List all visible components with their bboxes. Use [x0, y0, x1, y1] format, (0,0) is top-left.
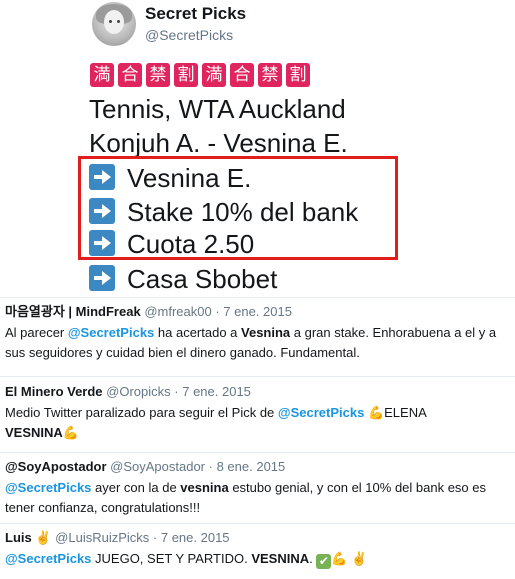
- reply-header: Luis ✌ @LuisRuizPicks · 7 ene. 2015: [5, 529, 513, 547]
- reply-text-part: Al parecer: [5, 325, 68, 340]
- mention-link[interactable]: @SecretPicks: [5, 480, 91, 495]
- reply-header: 마음열광자 | MindFreak @mfreak00 · 7 ene. 201…: [5, 303, 513, 321]
- mention-link[interactable]: @SecretPicks: [278, 405, 364, 420]
- tweet-line-match: Konjuh A. - Vesnina E.: [89, 128, 348, 158]
- kanji-icon: 割: [286, 63, 310, 87]
- reply-date[interactable]: · 7 ene. 2015: [174, 384, 251, 399]
- kanji-banner: 満 合 禁 割 満 合 禁 割: [90, 63, 310, 87]
- bookmaker-text: Casa Sbobet: [127, 264, 278, 294]
- reply-text-part: Medio Twitter paralizado para seguir el …: [5, 405, 278, 420]
- reply-text: Medio Twitter paralizado para seguir el …: [5, 403, 513, 443]
- user-handle[interactable]: @SecretPicks: [145, 27, 233, 43]
- divider: [0, 452, 515, 453]
- reply-header: @SoyApostador @SoyApostador · 8 ene. 201…: [5, 458, 513, 476]
- reply-date[interactable]: · 7 ene. 2015: [215, 304, 292, 319]
- tweet-line-event: Tennis, WTA Auckland: [89, 94, 346, 124]
- reply-text-part: ELENA: [384, 405, 427, 420]
- bold-text: VESNINA: [5, 425, 63, 440]
- reply-item[interactable]: El Minero Verde @Oropicks · 7 ene. 2015 …: [5, 383, 513, 443]
- victory-hand-icon: ✌: [351, 551, 368, 566]
- kanji-icon: 満: [90, 63, 114, 87]
- flexed-biceps-icon: 💪: [62, 425, 79, 440]
- reply-author-name[interactable]: @SoyApostador: [5, 459, 107, 474]
- reply-text-part: ha acertado a: [154, 325, 242, 340]
- kanji-icon: 禁: [146, 63, 170, 87]
- reply-text: Al parecer @SecretPicks ha acertado a Ve…: [5, 323, 513, 363]
- bold-text: Vesnina: [241, 325, 291, 340]
- display-name[interactable]: Secret Picks: [145, 4, 246, 24]
- check-mark-icon: ✔: [316, 554, 332, 569]
- avatar-eye: [109, 20, 112, 23]
- avatar-eye: [117, 20, 120, 23]
- divider: [0, 376, 515, 377]
- reply-handle[interactable]: @LuisRuizPicks: [55, 530, 149, 545]
- highlight-box: [78, 156, 398, 260]
- reply-handle[interactable]: @Oropicks: [106, 384, 171, 399]
- mention-link[interactable]: @SecretPicks: [5, 551, 91, 566]
- kanji-icon: 割: [174, 63, 198, 87]
- flexed-biceps-icon: 💪: [331, 551, 348, 566]
- reply-text: @SecretPicks ayer con la de vesnina estu…: [5, 478, 513, 518]
- reply-item[interactable]: 마음열광자 | MindFreak @mfreak00 · 7 ene. 201…: [5, 303, 513, 363]
- bold-text: VESNINA: [251, 551, 310, 566]
- arrow-right-icon: [89, 265, 115, 291]
- reply-text-part: ayer con la de: [91, 480, 181, 495]
- mention-link[interactable]: @SecretPicks: [68, 325, 154, 340]
- reply-header: El Minero Verde @Oropicks · 7 ene. 2015: [5, 383, 513, 401]
- kanji-icon: 合: [230, 63, 254, 87]
- avatar-face: [104, 10, 124, 34]
- reply-date[interactable]: · 8 ene. 2015: [209, 459, 286, 474]
- tweet-line-bookmaker: Casa Sbobet: [89, 263, 277, 295]
- reply-author-name[interactable]: El Minero Verde: [5, 384, 103, 399]
- flexed-biceps-icon: 💪: [367, 405, 385, 420]
- reply-author-name[interactable]: 마음열광자 | MindFreak: [5, 304, 141, 319]
- reply-text-part: JUEGO, SET Y PARTIDO.: [91, 551, 252, 566]
- victory-hand-icon: ✌: [35, 530, 52, 545]
- kanji-icon: 満: [202, 63, 226, 87]
- reply-author-name[interactable]: Luis: [5, 530, 32, 545]
- reply-item[interactable]: Luis ✌ @LuisRuizPicks · 7 ene. 2015 @Sec…: [5, 529, 513, 569]
- reply-text-part: .: [309, 551, 313, 566]
- reply-handle[interactable]: @mfreak00: [144, 304, 211, 319]
- reply-text: @SecretPicks JUEGO, SET Y PARTIDO. VESNI…: [5, 549, 513, 569]
- divider: [0, 523, 515, 524]
- reply-handle[interactable]: @SoyApostador: [110, 459, 205, 474]
- tweet-header: Secret Picks @SecretPicks: [92, 2, 512, 48]
- bold-text: vesnina: [180, 480, 229, 495]
- avatar[interactable]: [92, 2, 136, 46]
- divider: [0, 297, 515, 298]
- kanji-icon: 禁: [258, 63, 282, 87]
- reply-date[interactable]: · 7 ene. 2015: [153, 530, 230, 545]
- kanji-icon: 合: [118, 63, 142, 87]
- reply-item[interactable]: @SoyApostador @SoyApostador · 8 ene. 201…: [5, 458, 513, 518]
